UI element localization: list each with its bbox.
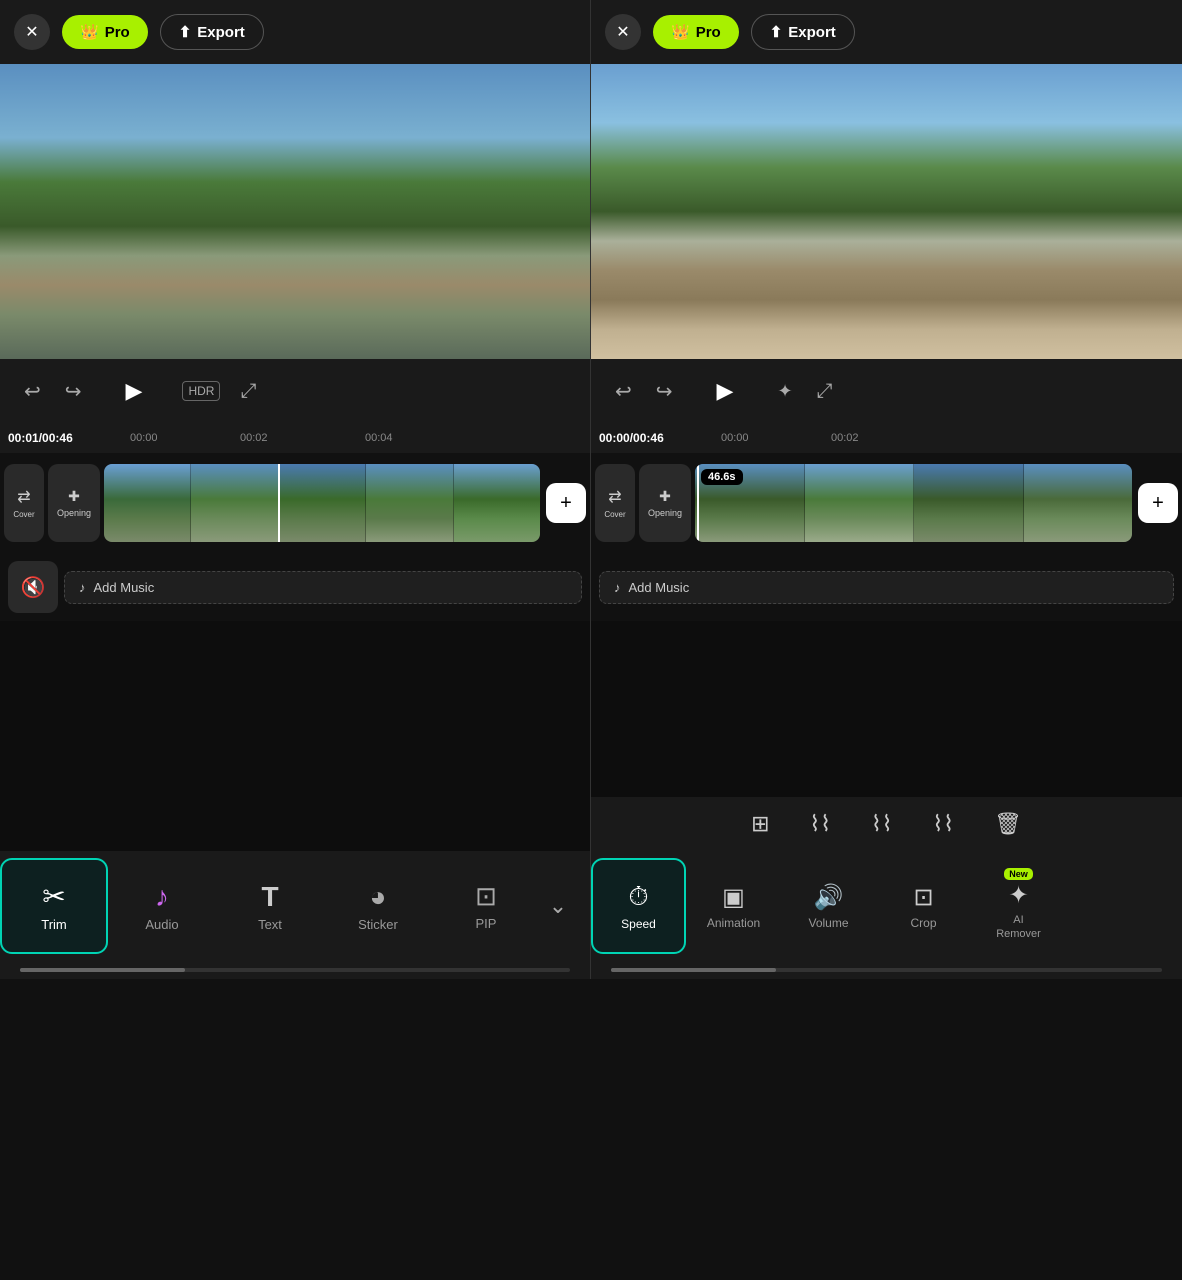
close-icon-right: ✕: [616, 22, 629, 42]
speed-icon: ⏱: [628, 881, 648, 913]
opening-button-right[interactable]: ✚ Opening: [639, 464, 691, 542]
ruler-02-left: 00:02: [240, 432, 268, 444]
tool-sticker[interactable]: ◕ Sticker: [324, 858, 432, 954]
delete-icon-btn[interactable]: 🗑: [994, 811, 1022, 837]
export-button-left[interactable]: ⬆ Export: [160, 14, 264, 50]
export-label-right: Export: [788, 24, 836, 41]
edit-icons-row: ⊞ ⌇⌇ ⌇⌇ ⌇⌇ 🗑: [591, 797, 1182, 851]
copy-icon-btn[interactable]: ⊞: [751, 811, 769, 837]
crop-icon: ⊡: [913, 883, 933, 912]
audio-label: Audio: [145, 917, 178, 932]
sticker-icon: ◕: [370, 881, 387, 913]
more-button-left[interactable]: ⌄: [540, 858, 576, 954]
animation-icon: ▣: [722, 883, 745, 912]
scrollbar-thumb-left[interactable]: [20, 968, 185, 972]
undo-button-right[interactable]: ↩: [611, 375, 636, 408]
timecode-left: 00:01/00:46: [8, 431, 73, 445]
text-label: Text: [258, 917, 282, 932]
add-music-button-left[interactable]: ♪ Add Music: [64, 571, 582, 604]
tool-audio[interactable]: ♪ Audio: [108, 858, 216, 954]
trim-icon: ✂: [42, 880, 65, 913]
audio-icon: ♪: [155, 881, 169, 913]
pip-label: PIP: [476, 916, 497, 931]
pip-icon: ⊡: [475, 881, 497, 912]
text-icon: T: [261, 881, 278, 913]
split-icon-btn[interactable]: ⌇⌇: [810, 811, 831, 837]
new-badge: New: [1004, 868, 1033, 880]
cover-button-left[interactable]: ⇄ Cover: [4, 464, 44, 542]
tool-animation[interactable]: ▣ Animation: [686, 858, 781, 954]
undo-button-left[interactable]: ↩: [20, 375, 45, 408]
upload-icon-right: ⬆: [770, 23, 783, 41]
clip-duration-badge: 46.6s: [701, 469, 743, 485]
ai-remover-icon: ✦: [1008, 881, 1028, 910]
ruler-00-left: 00:00: [130, 432, 158, 444]
tool-text[interactable]: T Text: [216, 858, 324, 954]
pro-label-left: Pro: [105, 24, 130, 41]
hdr-button-left[interactable]: HDR: [182, 381, 220, 401]
mute-button-left[interactable]: 🔇: [8, 561, 58, 613]
upload-icon-left: ⬆: [179, 23, 192, 41]
trim-icon-btn[interactable]: ⌇⌇: [871, 811, 892, 837]
tool-pip[interactable]: ⊡ PIP: [432, 858, 540, 954]
ruler-04-left: 00:04: [365, 432, 393, 444]
scrollbar-thumb-right[interactable]: [611, 968, 776, 972]
sticker-label: Sticker: [358, 917, 398, 932]
export-label-left: Export: [197, 24, 245, 41]
animation-label: Animation: [707, 916, 760, 930]
magic-button-right[interactable]: ✦: [773, 377, 796, 406]
redo-button-right[interactable]: ↪: [652, 375, 677, 408]
tool-trim[interactable]: ✂ Trim: [0, 858, 108, 954]
volume-label: Volume: [808, 916, 848, 930]
crown-icon-left: 👑: [80, 23, 99, 41]
video-clip-right[interactable]: 46.6s: [695, 464, 1132, 542]
tool-speed[interactable]: ⏱ Speed: [591, 858, 686, 954]
pro-label-right: Pro: [696, 24, 721, 41]
tool-ai-remover[interactable]: New ✦ AIRemover: [971, 858, 1066, 954]
timecode-right: 00:00/00:46: [599, 431, 664, 445]
extract-icon-btn[interactable]: ⌇⌇: [932, 811, 953, 837]
close-button-right[interactable]: ✕: [605, 14, 641, 50]
add-music-button-right[interactable]: ♪ Add Music: [599, 571, 1174, 604]
pro-button-right[interactable]: 👑 Pro: [653, 15, 739, 49]
cover-button-right[interactable]: ⇄ Cover: [595, 464, 635, 542]
volume-icon: 🔊: [814, 883, 844, 912]
ai-remover-label: AIRemover: [996, 914, 1041, 940]
trim-label: Trim: [41, 917, 67, 932]
opening-button-left[interactable]: ✚ Opening: [48, 464, 100, 542]
video-clip-left[interactable]: [104, 464, 540, 542]
crop-label: Crop: [910, 916, 936, 930]
pro-button-left[interactable]: 👑 Pro: [62, 15, 148, 49]
play-button-right[interactable]: ▶: [713, 374, 738, 408]
tool-crop[interactable]: ⊡ Crop: [876, 858, 971, 954]
close-button-left[interactable]: ✕: [14, 14, 50, 50]
fullscreen-button-left[interactable]: ⤢: [236, 376, 260, 407]
ruler-00-right: 00:00: [721, 432, 749, 444]
ruler-02-right: 00:02: [831, 432, 859, 444]
export-button-right[interactable]: ⬆ Export: [751, 14, 855, 50]
add-clip-button-left[interactable]: +: [546, 483, 586, 523]
crown-icon-right: 👑: [671, 23, 690, 41]
close-icon-left: ✕: [25, 22, 38, 42]
add-clip-button-right[interactable]: +: [1138, 483, 1178, 523]
tool-volume[interactable]: 🔊 Volume: [781, 858, 876, 954]
fullscreen-button-right[interactable]: ⤢: [813, 376, 837, 407]
redo-button-left[interactable]: ↪: [61, 375, 86, 408]
play-button-left[interactable]: ▶: [122, 374, 147, 408]
speed-label: Speed: [621, 917, 656, 931]
